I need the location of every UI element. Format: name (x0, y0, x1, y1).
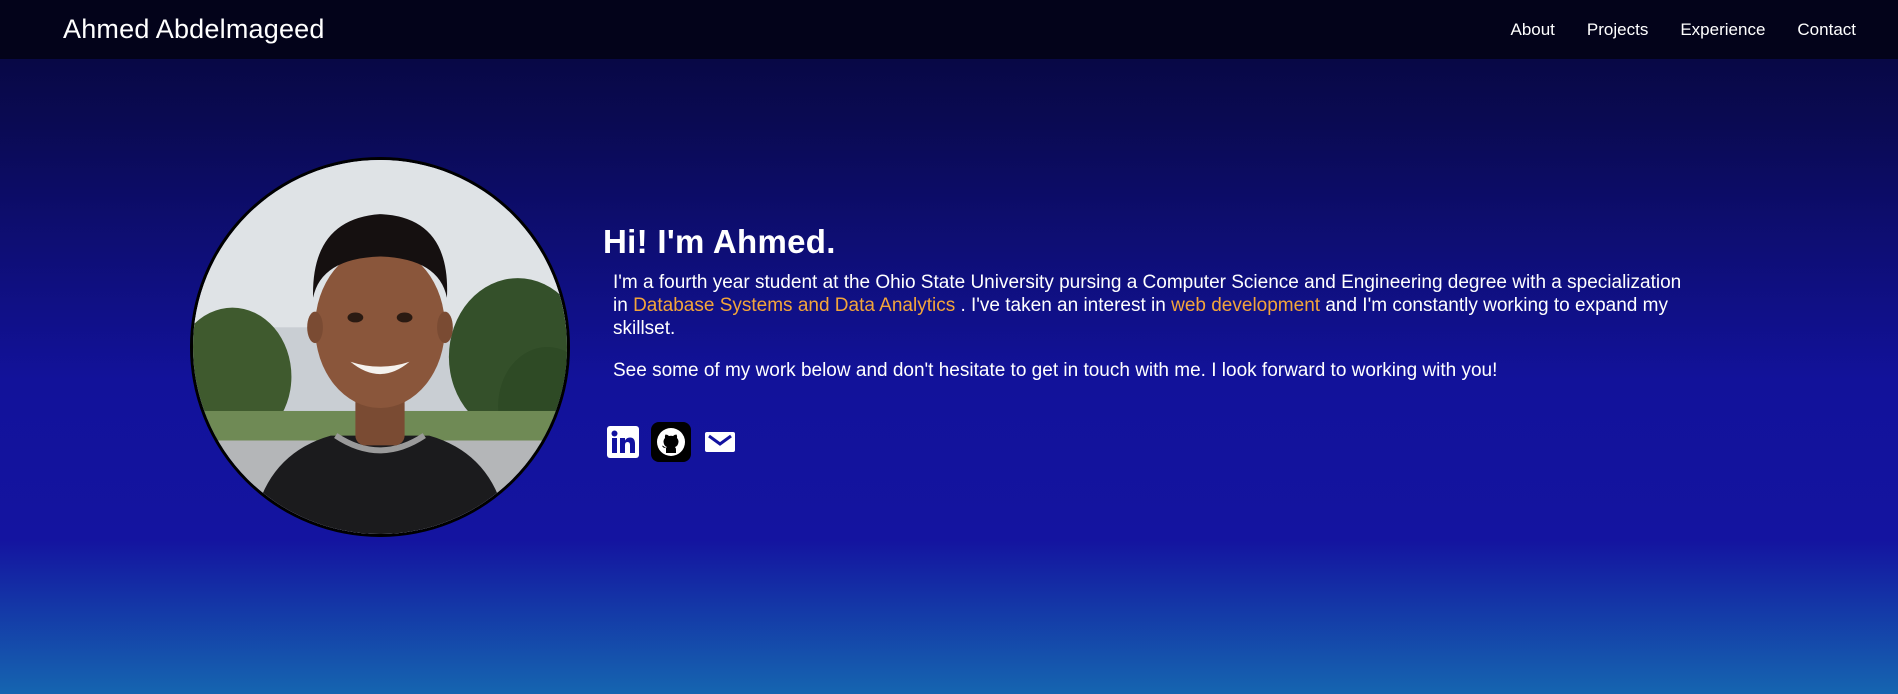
nav-experience[interactable]: Experience (1680, 20, 1765, 40)
nav-about[interactable]: About (1510, 20, 1554, 40)
navbar: Ahmed Abdelmageed About Projects Experie… (0, 0, 1898, 59)
contact-paragraph: See some of my work below and don't hesi… (613, 360, 1498, 381)
hero-section: Hi! I'm Ahmed. I'm a fourth year student… (190, 157, 1710, 537)
github-icon[interactable] (651, 422, 691, 462)
brand-name[interactable]: Ahmed Abdelmageed (63, 14, 325, 45)
intro-paragraph: I'm a fourth year student at the Ohio St… (603, 271, 1693, 340)
profile-photo (190, 157, 570, 537)
linkedin-icon[interactable] (607, 426, 639, 458)
intro-text-2: . I've taken an interest in (955, 295, 1172, 316)
nav-links: About Projects Experience Contact (1510, 20, 1856, 40)
nav-projects[interactable]: Projects (1587, 20, 1648, 40)
highlight-database: Database Systems and Data Analytics (633, 295, 956, 316)
social-links (603, 422, 1703, 462)
intro: Hi! I'm Ahmed. I'm a fourth year student… (603, 223, 1703, 462)
nav-contact[interactable]: Contact (1797, 20, 1856, 40)
highlight-web-dev: web development (1171, 295, 1321, 316)
mail-icon[interactable] (703, 425, 737, 459)
greeting-heading: Hi! I'm Ahmed. (603, 223, 836, 260)
